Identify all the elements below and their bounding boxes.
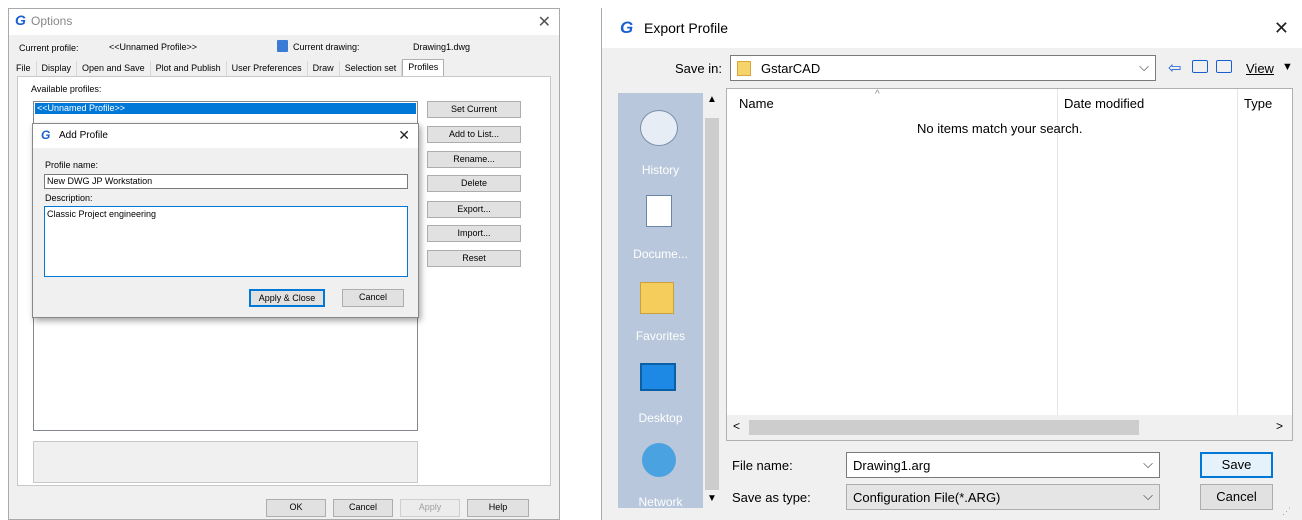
add-profile-title: Add Profile (59, 130, 108, 141)
add-to-list-button[interactable]: Add to List... (427, 126, 521, 143)
export-button[interactable]: Export... (427, 201, 521, 218)
tab-plot-and-publish[interactable]: Plot and Publish (151, 61, 227, 77)
save-button[interactable]: Save (1200, 452, 1273, 478)
description-label: Description: (45, 193, 93, 203)
add-profile-titlebar: G Add Profile ✕ (33, 124, 418, 148)
place-documents[interactable]: Docume... (618, 247, 703, 261)
current-profile-label: Current profile: (19, 43, 79, 53)
chevron-down-icon[interactable]: ⌵ (1143, 456, 1153, 472)
network-icon[interactable] (642, 443, 676, 477)
scroll-right-icon[interactable]: > (1276, 419, 1283, 433)
tab-selection-set[interactable]: Selection set (340, 61, 403, 77)
apply-button[interactable]: Apply (400, 499, 460, 517)
empty-message: No items match your search. (917, 121, 1083, 136)
documents-icon[interactable] (646, 195, 672, 227)
description-input[interactable]: Classic Project engineering (44, 206, 408, 277)
add-profile-dialog: G Add Profile ✕ Profile name: New DWG JP… (32, 123, 419, 318)
options-close-icon[interactable]: ✕ (538, 12, 551, 32)
delete-button[interactable]: Delete (427, 175, 521, 192)
scroll-down-icon[interactable]: ▼ (707, 493, 717, 504)
export-titlebar: G Export Profile ✕ (602, 8, 1302, 48)
export-close-icon[interactable]: ✕ (1274, 18, 1289, 39)
tab-file[interactable]: File (11, 61, 37, 77)
chevron-down-icon: ⌵ (1139, 59, 1149, 74)
horizontal-scroll-thumb[interactable] (749, 420, 1139, 435)
tab-user-preferences[interactable]: User Preferences (227, 61, 308, 77)
import-button[interactable]: Import... (427, 225, 521, 242)
back-arrow-icon[interactable]: ⇦ (1168, 58, 1181, 78)
apply-close-button[interactable]: Apply & Close (249, 289, 325, 307)
file-name-input[interactable]: Drawing1.arg ⌵ (846, 452, 1160, 478)
place-history[interactable]: History (618, 163, 703, 177)
save-as-type-value: Configuration File(*.ARG) (853, 490, 1001, 505)
options-titlebar: G Options ✕ (9, 9, 559, 35)
save-as-type-select[interactable]: Configuration File(*.ARG) ⌵ (846, 484, 1160, 510)
horizontal-scrollbar[interactable]: < > (727, 415, 1292, 440)
column-type[interactable]: Type (1244, 96, 1272, 111)
resize-grip-icon[interactable]: ⋰ (1282, 506, 1291, 517)
places-scroll-thumb[interactable] (705, 118, 719, 490)
list-item[interactable]: <<Unnamed Profile>> (35, 103, 416, 114)
tab-display[interactable]: Display (37, 61, 78, 77)
current-drawing-label: Current drawing: (293, 42, 360, 52)
rename-button[interactable]: Rename... (427, 151, 521, 168)
sort-ascending-icon: ^ (875, 89, 880, 100)
profile-description-box (33, 441, 418, 483)
history-icon[interactable] (640, 110, 678, 146)
scroll-up-icon[interactable]: ▲ (707, 94, 717, 105)
drawing-icon (277, 40, 288, 52)
column-divider (1237, 89, 1238, 415)
available-profiles-label: Available profiles: (31, 84, 102, 94)
export-cancel-button[interactable]: Cancel (1200, 484, 1273, 510)
chevron-down-icon[interactable]: ⌵ (1143, 488, 1153, 504)
cancel-button[interactable]: Cancel (333, 499, 393, 517)
folder-icon (737, 61, 751, 76)
places-scrollbar[interactable]: ▲ ▼ (703, 88, 721, 508)
tab-draw[interactable]: Draw (308, 61, 340, 77)
gstarcad-logo-icon: G (620, 18, 634, 37)
place-network[interactable]: Network (618, 495, 703, 509)
reset-button[interactable]: Reset (427, 250, 521, 267)
view-dropdown-icon[interactable]: ▼ (1282, 61, 1293, 73)
options-title: Options (31, 14, 73, 28)
current-profile-value: <<Unnamed Profile>> (109, 42, 198, 52)
scroll-left-icon[interactable]: < (733, 419, 740, 433)
new-folder-icon[interactable] (1216, 60, 1232, 73)
file-name-value: Drawing1.arg (853, 458, 931, 473)
help-button[interactable]: Help (467, 499, 529, 517)
options-tabs: File Display Open and Save Plot and Publ… (11, 59, 445, 78)
profile-name-label: Profile name: (45, 160, 99, 170)
up-folder-icon[interactable] (1192, 60, 1208, 73)
current-drawing-value: Drawing1.dwg (413, 42, 471, 52)
tab-open-and-save[interactable]: Open and Save (77, 61, 151, 77)
column-date-modified[interactable]: Date modified (1064, 96, 1144, 111)
column-name[interactable]: Name (739, 96, 774, 111)
place-favorites[interactable]: Favorites (618, 329, 703, 343)
desktop-icon[interactable] (640, 363, 676, 391)
profile-name-input[interactable]: New DWG JP Workstation (44, 174, 408, 189)
export-title: Export Profile (644, 20, 729, 36)
gstarcad-logo-icon: G (15, 12, 26, 28)
save-in-combo[interactable]: GstarCAD ⌵ (730, 55, 1156, 81)
place-desktop[interactable]: Desktop (618, 411, 703, 425)
favorites-icon[interactable] (640, 282, 674, 314)
ok-button[interactable]: OK (266, 499, 326, 517)
save-as-type-label: Save as type: (732, 490, 811, 505)
export-profile-dialog: G Export Profile ✕ Save in: GstarCAD ⌵ ⇦… (601, 8, 1302, 520)
file-name-label: File name: (732, 458, 793, 473)
set-current-button[interactable]: Set Current (427, 101, 521, 118)
view-menu[interactable]: View (1246, 61, 1274, 76)
file-list[interactable]: Name ^ Date modified Type No items match… (726, 88, 1293, 441)
places-bar[interactable]: History Docume... Favorites Desktop Netw… (618, 93, 703, 509)
column-divider (1057, 89, 1058, 415)
save-in-label: Save in: (675, 61, 722, 76)
gstarcad-logo-icon: G (41, 128, 51, 142)
add-profile-cancel-button[interactable]: Cancel (342, 289, 404, 307)
add-profile-close-icon[interactable]: ✕ (398, 127, 410, 144)
save-in-value: GstarCAD (761, 61, 821, 76)
